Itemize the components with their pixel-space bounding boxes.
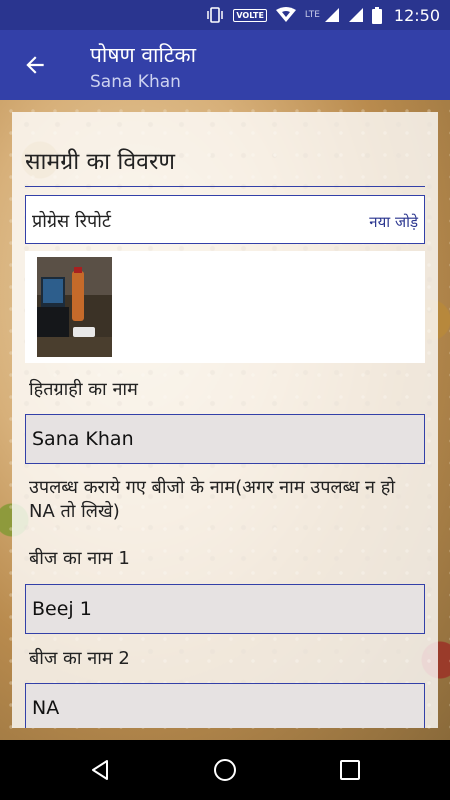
- progress-photo-thumbnail[interactable]: [37, 257, 112, 357]
- app-subtitle: Sana Khan: [90, 72, 181, 92]
- seeds-provided-label: उपलब्ध कराये गए बीजो के नाम(अगर नाम उपलब…: [29, 477, 395, 522]
- seed-2-input[interactable]: NA: [25, 683, 425, 728]
- status-bar: VOLTE LTE 12:50: [0, 0, 450, 30]
- section-title: सामग्री का विवरण: [25, 149, 176, 175]
- volte-badge: VOLTE: [233, 8, 267, 22]
- nav-back-icon[interactable]: [88, 758, 112, 782]
- beneficiary-name-input[interactable]: Sana Khan: [25, 414, 425, 464]
- divider: [25, 186, 425, 187]
- add-new-link[interactable]: नया जोड़े: [369, 212, 418, 232]
- signal-icon: [324, 8, 339, 22]
- signal-icon-2: [348, 8, 363, 22]
- progress-report-row: प्रोग्रेस रिपोर्ट नया जोड़े: [25, 195, 425, 244]
- status-icons: VOLTE LTE 12:50: [205, 0, 440, 30]
- wifi-icon: [275, 7, 296, 22]
- beneficiary-label: हितग्राही का नाम: [29, 379, 138, 400]
- status-time: 12:50: [393, 5, 440, 25]
- back-arrow-icon[interactable]: [22, 52, 48, 78]
- vibrate-icon: [207, 7, 224, 23]
- battery-icon: [371, 6, 382, 24]
- nav-recents-icon[interactable]: [338, 758, 362, 782]
- lte-label: LTE: [304, 10, 320, 20]
- app-bar: पोषण वाटिका Sana Khan: [0, 30, 450, 100]
- nav-home-icon[interactable]: [212, 757, 238, 783]
- seed-2-label: बीज का नाम 2: [29, 648, 130, 669]
- navigation-bar: [0, 740, 450, 800]
- progress-report-label: प्रोग्रेस रिपोर्ट: [32, 211, 111, 232]
- app-title: पोषण वाटिका: [90, 43, 197, 67]
- seed-1-input[interactable]: Beej 1: [25, 584, 425, 634]
- photo-gallery: [25, 251, 425, 363]
- form-card[interactable]: सामग्री का विवरण प्रोग्रेस रिपोर्ट नया ज…: [12, 112, 438, 728]
- seed-1-label: बीज का नाम 1: [29, 548, 130, 569]
